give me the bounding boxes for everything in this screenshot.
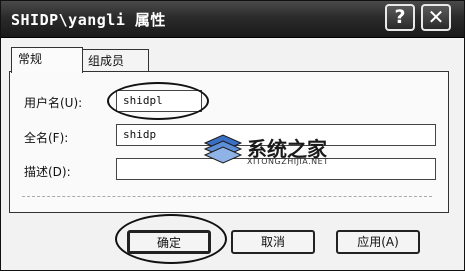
properties-dialog: SHIDP\yangli 属性 ? ✕ 常规 组成员 用户名(U): shidp…: [0, 0, 465, 271]
username-label: 用户名(U):: [24, 96, 83, 110]
help-button[interactable]: ?: [385, 4, 415, 31]
tab-member-of[interactable]: 组成员: [81, 49, 149, 72]
ok-button[interactable]: 确定: [127, 230, 211, 254]
description-label: 描述(D):: [24, 165, 71, 179]
watermark-icon: [203, 134, 243, 164]
close-icon: ✕: [427, 5, 445, 29]
apply-button[interactable]: 应用(A): [336, 230, 420, 254]
watermark-logo: 系统之家 XITONGZHIJIA.NET: [201, 129, 371, 171]
title-bar[interactable]: SHIDP\yangli 属性 ? ✕: [1, 1, 464, 38]
fullname-label: 全名(F):: [24, 131, 69, 145]
close-button[interactable]: ✕: [421, 4, 451, 31]
help-icon: ?: [394, 6, 406, 28]
watermark-subtext: XITONGZHIJIA.NET: [247, 157, 329, 166]
dialog-title: SHIDP\yangli 属性: [11, 11, 166, 29]
separator-line: [22, 196, 432, 197]
cancel-button[interactable]: 取消: [231, 230, 315, 254]
username-field[interactable]: shidpl: [116, 90, 202, 112]
tab-general[interactable]: 常规: [11, 47, 83, 73]
